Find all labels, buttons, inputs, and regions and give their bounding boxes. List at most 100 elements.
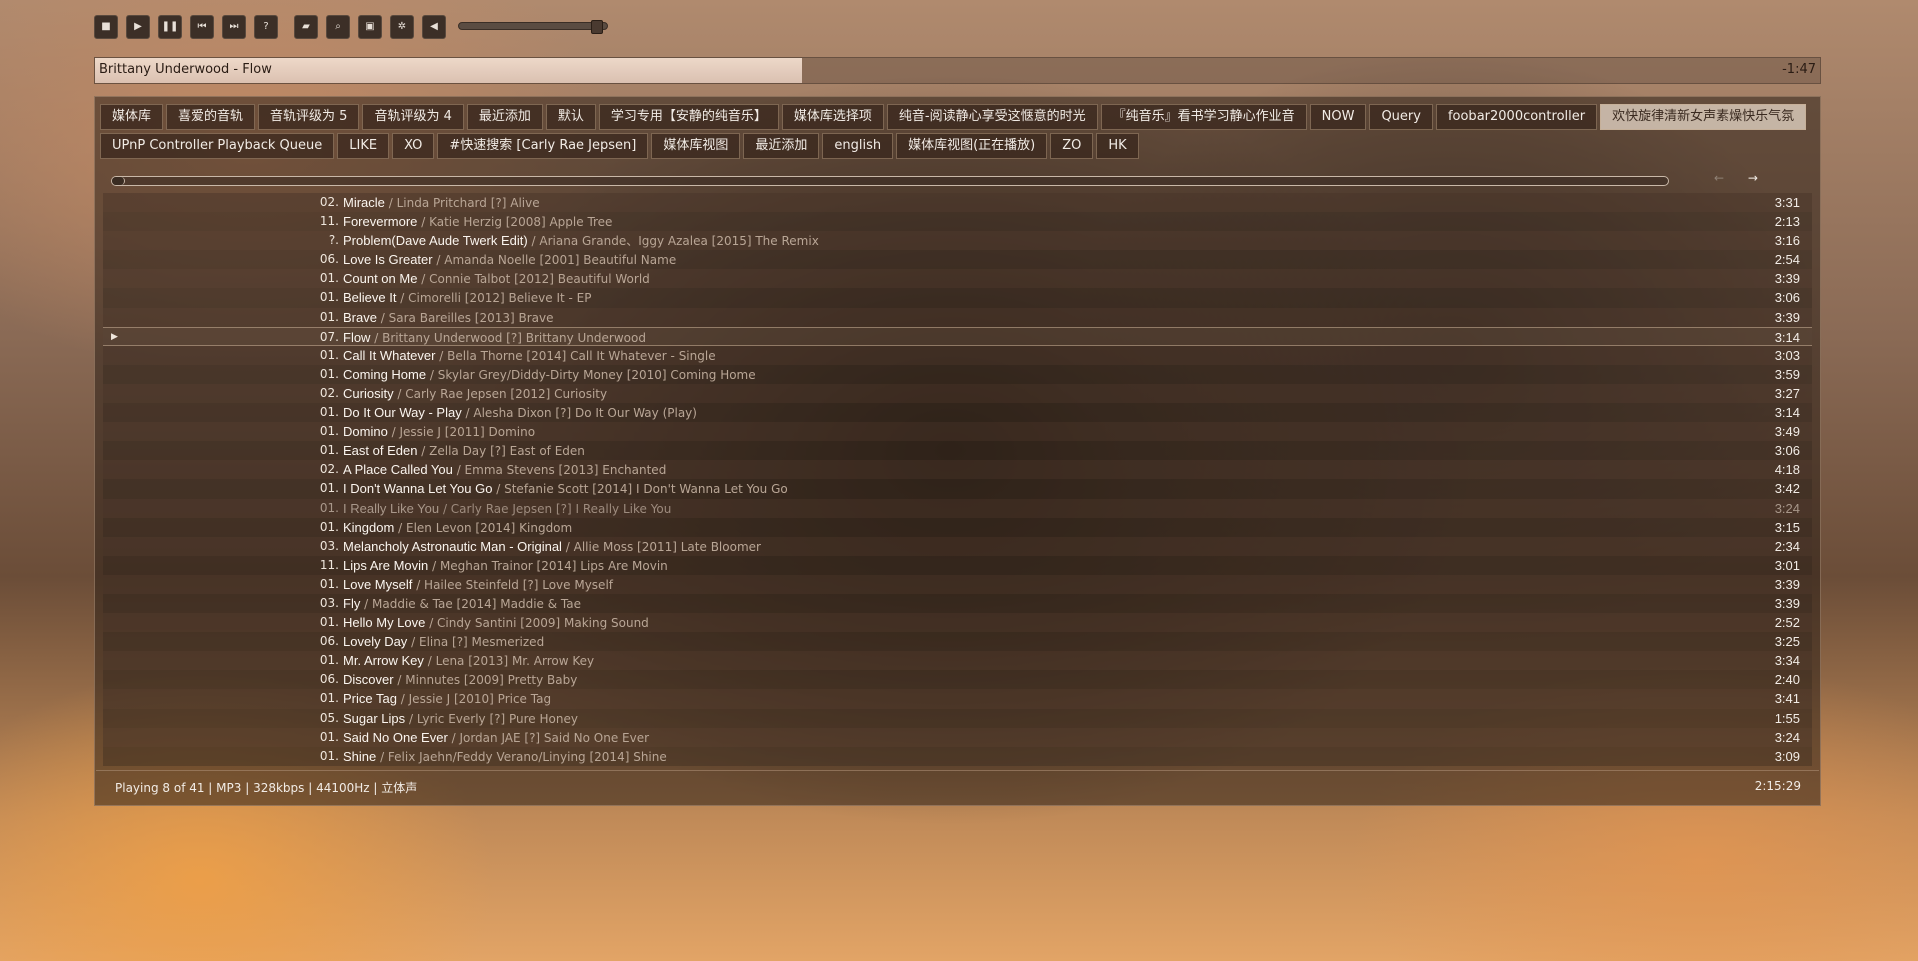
track-row[interactable]: 11. Forevermore / Katie Herzig [2008] App…	[103, 212, 1812, 232]
playlist-tab[interactable]: NOW	[1309, 104, 1367, 130]
random-button[interactable]: ?	[254, 15, 278, 39]
track-title: I Don't Wanna Let You Go	[343, 481, 493, 497]
track-row[interactable]: 01. Price Tag / Jessie J [2010] Price Tag…	[103, 689, 1812, 709]
track-title: I Really Like You	[343, 500, 440, 516]
playlist-tab[interactable]: 『纯音乐』看书学习静心作业音	[1100, 104, 1307, 130]
playlist-tab[interactable]: HK	[1096, 133, 1139, 159]
back-arrow-icon[interactable]: ←	[1714, 171, 1724, 185]
now-playing-title: Brittany Underwood - Flow	[99, 62, 272, 77]
track-duration: 3:01	[1774, 557, 1800, 573]
track-artist-album: / Skylar Grey/Diddy-Dirty Money [2010] C…	[426, 367, 756, 382]
track-row[interactable]: ?. Problem(Dave Aude Twerk Edit) / Ariana…	[103, 231, 1812, 251]
track-artist-album: / Stefanie Scott [2014] I Don't Wanna Le…	[492, 482, 788, 497]
playlist-tab[interactable]: 最近添加	[743, 133, 820, 159]
playlist-tab[interactable]: foobar2000controller	[1435, 104, 1598, 130]
track-info: Lovely Day / Elina [?] Mesmerized	[343, 632, 544, 652]
track-row[interactable]: 01. Kingdom / Elen Levon [2014] Kingdom 3:…	[103, 517, 1812, 537]
track-row[interactable]: 01. Love Myself / Hailee Steinfeld [?] Lo…	[103, 574, 1812, 594]
track-row[interactable]: 03. Fly / Maddie & Tae [2014] Maddie & Ta…	[103, 593, 1812, 614]
track-title: Sugar Lips	[343, 710, 406, 726]
playlist-tab[interactable]: 欢快旋律清新女声素燥快乐气氛	[1600, 104, 1807, 130]
seek-bar[interactable]: Brittany Underwood - Flow -1:47	[94, 57, 1821, 84]
track-artist-album: / Amanda Noelle [2001] Beautiful Name	[432, 253, 677, 268]
playlist-tab[interactable]: 喜爱的音轨	[166, 104, 256, 130]
track-row[interactable]: 06. Discover / Minnutes [2009] Pretty Bab…	[103, 670, 1812, 690]
track-row[interactable]: 01. Do It Our Way - Play / Alesha Dixon […	[103, 403, 1812, 423]
track-row[interactable]: 05. Sugar Lips / Lyric Everly [?] Pure Ho…	[103, 708, 1812, 728]
track-row[interactable]: 01. Domino / Jessie J [2011] Domino 3:49	[103, 422, 1812, 442]
track-number: 01.	[319, 653, 339, 668]
track-row-playing[interactable]: ▶ 07. Flow / Brittany Underwood [?] Britta…	[103, 326, 1812, 346]
track-info: East of Eden / Zella Day [?] East of Ede…	[343, 441, 585, 461]
volume-slider[interactable]	[458, 22, 608, 30]
forward-arrow-icon[interactable]: →	[1748, 171, 1758, 185]
volume-slider-handle[interactable]	[591, 20, 603, 34]
playlist-tab[interactable]: 学习专用【安静的纯音乐】	[598, 104, 779, 130]
playlist-tab[interactable]: 媒体库视图	[651, 133, 741, 159]
playlist-tab[interactable]: 音轨评级为 4	[362, 104, 464, 130]
track-info: Call It Whatever / Bella Thorne [2014] C…	[343, 346, 716, 366]
track-row[interactable]: 01. Call It Whatever / Bella Thorne [2014…	[103, 345, 1812, 366]
track-number: 01.	[319, 405, 339, 420]
playlist-tab[interactable]: #快速搜索 [Carly Rae Jepsen]	[437, 133, 649, 159]
playlist-tab[interactable]: 默认	[545, 104, 596, 130]
track-row[interactable]: 01. East of Eden / Zella Day [?] East of …	[103, 441, 1812, 461]
horizontal-scrollbar[interactable]	[111, 176, 1669, 186]
track-duration: 3:49	[1774, 424, 1800, 440]
playback-info: Playing 8 of 41 | MP3 | 328kbps | 44100H…	[115, 781, 418, 795]
track-title: Price Tag	[343, 691, 397, 707]
playlist-tab[interactable]: 媒体库选择项	[781, 104, 884, 130]
playlist-tab[interactable]: LIKE	[337, 133, 390, 159]
track-row[interactable]: 11. Lips Are Movin / Meghan Trainor [2014…	[103, 555, 1812, 575]
playlist-tabs: 媒体库 喜爱的音轨 音轨评级为 5 音轨评级为 4 最近添加 默认 学习专用【安静的纯音乐】…	[100, 104, 1815, 162]
track-artist-album: / Meghan Trainor [2014] Lips Are Movin	[428, 558, 668, 573]
track-title: Call It Whatever	[343, 347, 436, 363]
playlist-tab[interactable]: XO	[392, 133, 435, 159]
track-row[interactable]: 01. I Really Like You / Carly Rae Jepsen …	[103, 498, 1812, 518]
search-icon: ⌕	[335, 21, 341, 32]
playlist-tab[interactable]: ZO	[1050, 133, 1094, 159]
album-art-button[interactable]: ▣	[358, 15, 382, 39]
track-row[interactable]: 01. Coming Home / Skylar Grey/Diddy-Dirty…	[103, 364, 1812, 384]
next-button[interactable]: ⏭	[222, 15, 246, 39]
track-row[interactable]: 01. Hello My Love / Cindy Santini [2009] …	[103, 613, 1812, 633]
track-row[interactable]: 01. I Don't Wanna Let You Go / Stefanie S…	[103, 479, 1812, 499]
track-row[interactable]: 02. Curiosity / Carly Rae Jepsen [2012] C…	[103, 383, 1812, 404]
track-artist-album: / Linda Pritchard [?] Alive	[384, 196, 540, 210]
open-button[interactable]: ▰	[294, 15, 318, 39]
search-button[interactable]: ⌕	[326, 15, 350, 39]
track-duration: 3:34	[1774, 653, 1800, 669]
scrollbar-thumb[interactable]	[112, 177, 125, 185]
track-row[interactable]: 01. Shine / Felix Jaehn/Feddy Verano/Liny…	[103, 746, 1812, 766]
playlist-tab[interactable]: Query	[1369, 104, 1433, 130]
track-row[interactable]: 01. Believe It / Cimorelli [2012] Believe…	[103, 288, 1812, 308]
play-button[interactable]: ▶	[126, 15, 150, 39]
pause-button[interactable]: ❚❚	[158, 15, 182, 39]
track-duration: 3:09	[1774, 748, 1800, 764]
track-row[interactable]: 01. Mr. Arrow Key / Lena [2013] Mr. Arrow…	[103, 651, 1812, 671]
playlist-tab[interactable]: 纯音-阅读静心享受这惬意的时光	[886, 104, 1098, 130]
playlist-tab[interactable]: 音轨评级为 5	[258, 104, 360, 130]
track-row[interactable]: 02. Miracle / Linda Pritchard [?] Alive 3:…	[103, 193, 1812, 213]
playlist-tab[interactable]: 媒体库	[100, 104, 164, 130]
previous-button[interactable]: ⏮	[190, 15, 214, 39]
track-row[interactable]: 03. Melancholy Astronautic Man - Original…	[103, 536, 1812, 556]
track-artist-album: / Sara Bareilles [2013] Brave	[376, 310, 554, 325]
track-title: Coming Home	[343, 366, 427, 382]
track-row[interactable]: 01. Brave / Sara Bareilles [2013] Brave 3:…	[103, 307, 1812, 327]
track-row[interactable]: 01. Count on Me / Connie Talbot [2012] Be…	[103, 269, 1812, 289]
playlist-tab[interactable]: 媒体库视图(正在播放)	[896, 133, 1048, 159]
track-row[interactable]: 06. Love Is Greater / Amanda Noelle [2001…	[103, 250, 1812, 270]
track-row[interactable]: 01. Said No One Ever / Jordan JAE [?] Sai…	[103, 727, 1812, 747]
track-row[interactable]: 02. A Place Called You / Emma Stevens [20…	[103, 460, 1812, 480]
volume-button[interactable]: ◀	[422, 15, 446, 39]
playlist-tab[interactable]: english	[822, 133, 894, 159]
track-number: 06.	[319, 634, 339, 649]
track-artist-album: / Hailee Steinfeld [?] Love Myself	[412, 577, 613, 592]
track-artist-album: / Elina [?] Mesmerized	[407, 635, 545, 650]
playlist-tab[interactable]: 最近添加	[466, 104, 543, 130]
playlist-tab[interactable]: UPnP Controller Playback Queue	[100, 133, 335, 159]
settings-button[interactable]: ✲	[390, 15, 414, 39]
stop-button[interactable]: ■	[94, 15, 118, 39]
track-row[interactable]: 06. Lovely Day / Elina [?] Mesmerized 3:25	[103, 632, 1812, 652]
